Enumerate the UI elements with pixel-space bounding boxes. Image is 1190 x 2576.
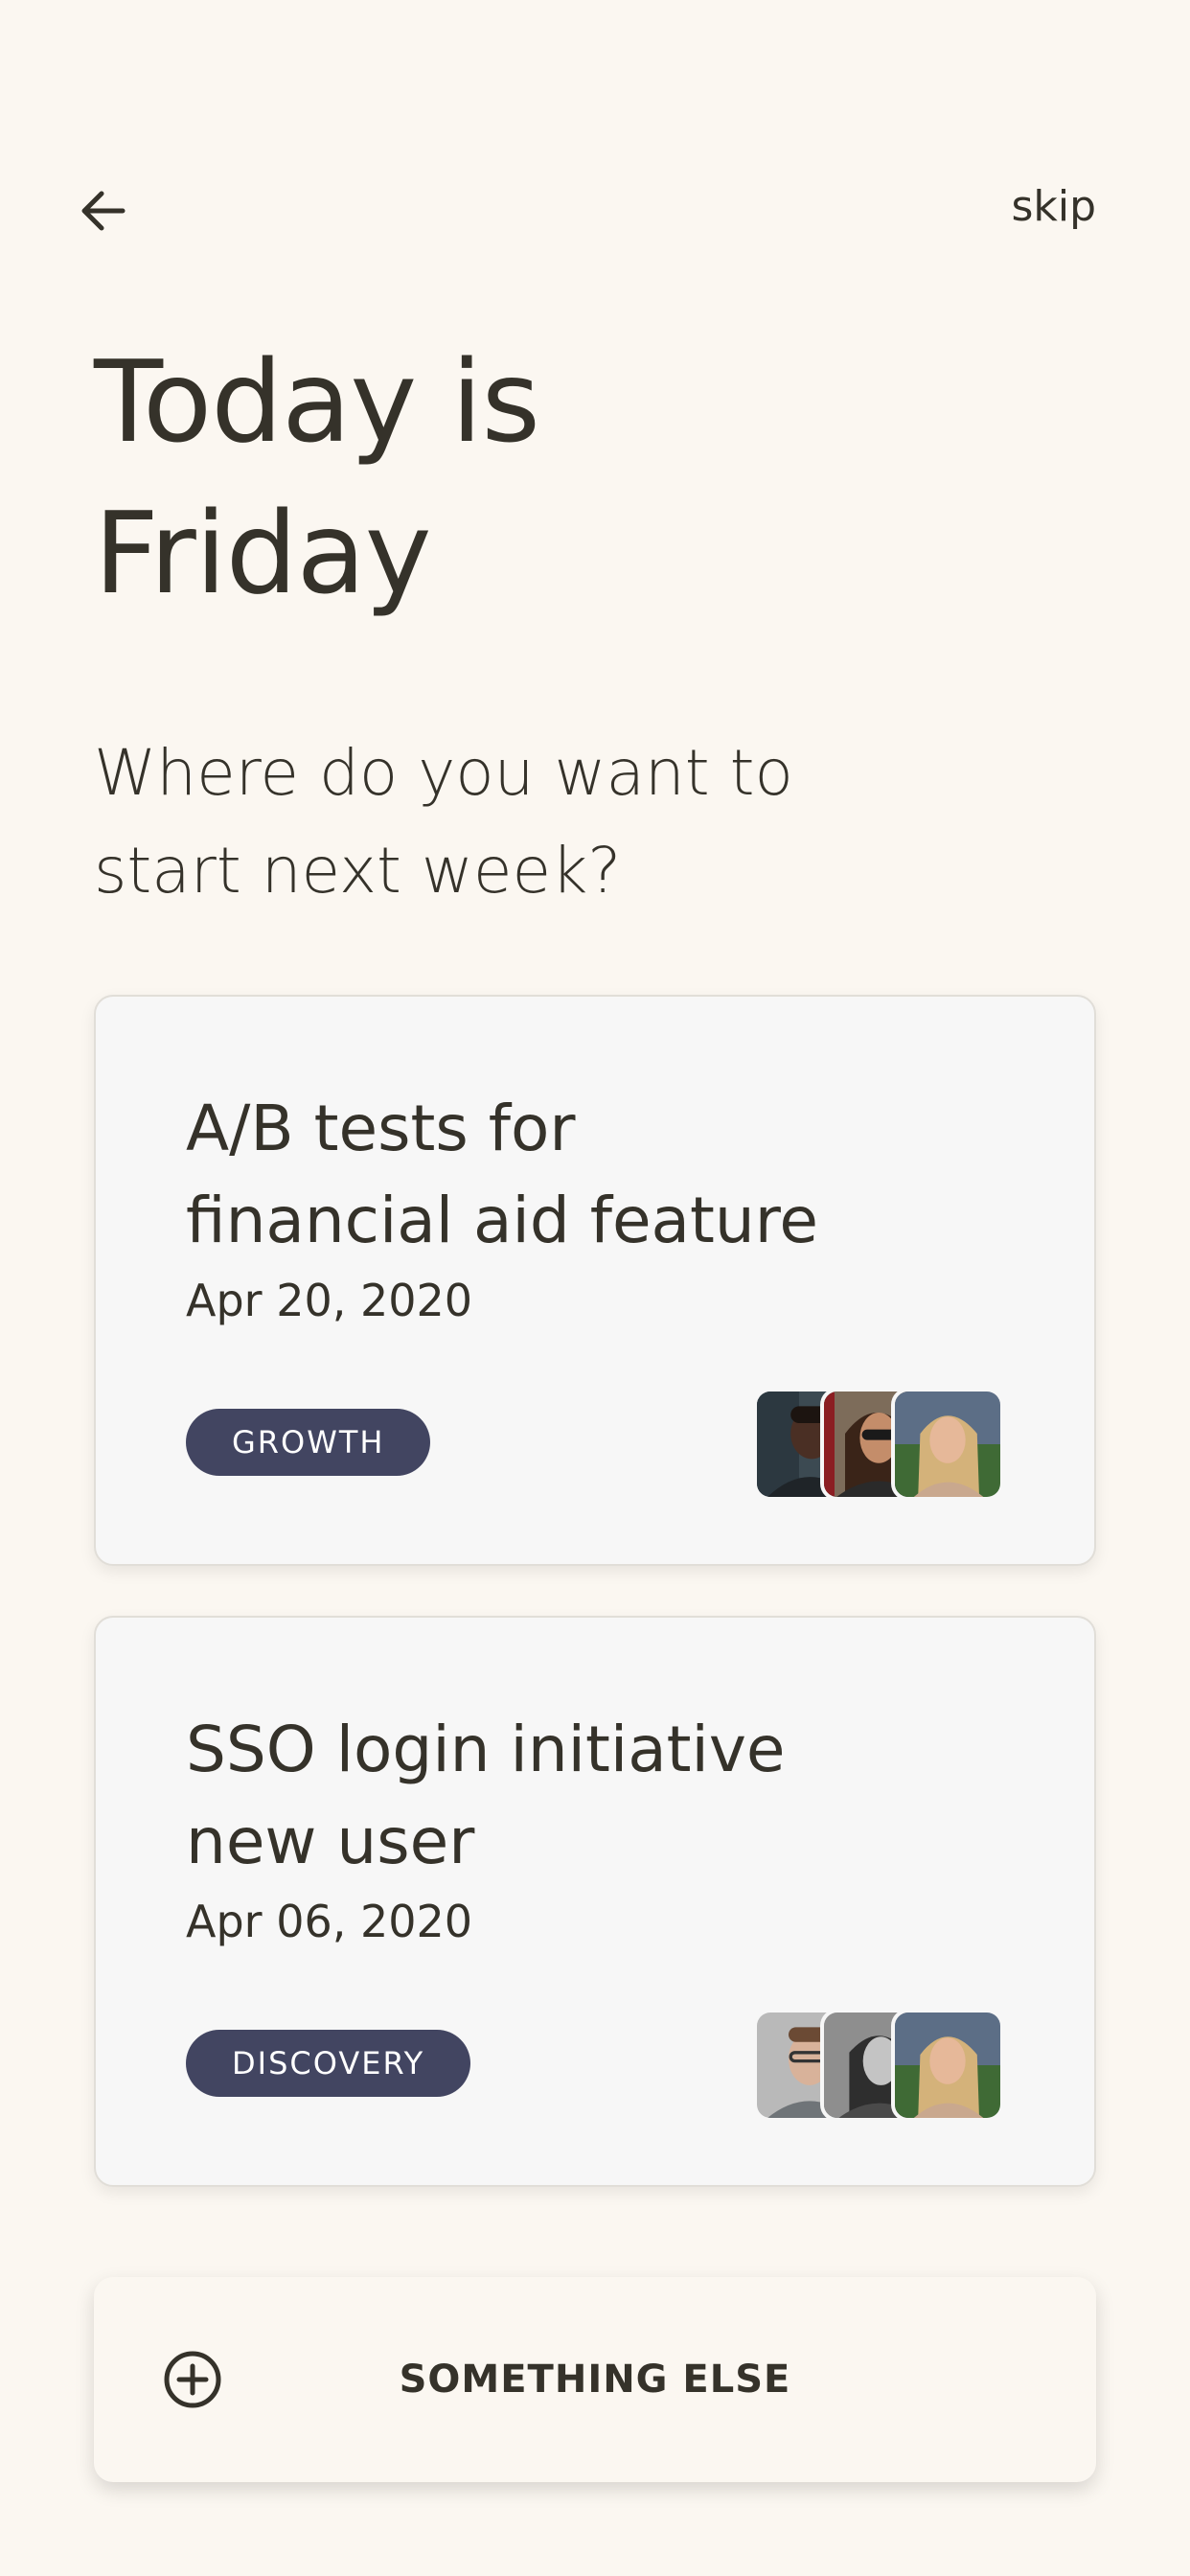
project-card[interactable]: SSO login initiative new user Apr 06, 20… [94,1616,1096,2187]
project-title: SSO login initiative new user [186,1704,1010,1888]
project-title-line-2: financial aid feature [186,1184,818,1257]
project-tag[interactable]: DISCOVERY [186,2030,471,2097]
page-subtitle: Where do you want to start next week? [94,724,956,920]
project-date: Apr 06, 2020 [186,1896,473,1947]
page-title: Today is Friday [94,326,956,629]
page-title-line-1: Today is [94,335,540,468]
avatar-group [753,2009,1004,2122]
project-title-line-1: A/B tests for [186,1092,576,1165]
subtitle-line-1: Where do you want to [94,736,793,810]
arrow-left-icon [81,191,126,231]
project-card[interactable]: A/B tests for financial aid feature Apr … [94,995,1096,1566]
project-tag[interactable]: GROWTH [186,1409,431,1476]
something-else-button[interactable]: SOMETHING ELSE [94,2277,1096,2482]
avatar-group [753,1388,1004,1501]
avatar [891,1388,1004,1501]
project-title-line-2: new user [186,1805,475,1878]
screen: skip Today is Friday Where do you want t… [0,0,1190,2576]
page-title-line-2: Friday [94,487,432,619]
project-title: A/B tests for financial aid feature [186,1083,1010,1267]
avatar [891,2009,1004,2122]
project-date: Apr 20, 2020 [186,1275,473,1326]
subtitle-line-2: start next week? [94,834,622,908]
back-button[interactable] [77,184,130,238]
something-else-label: SOMETHING ELSE [399,2358,791,2402]
project-title-line-1: SSO login initiative [186,1713,786,1786]
skip-link[interactable]: skip [1011,182,1096,231]
